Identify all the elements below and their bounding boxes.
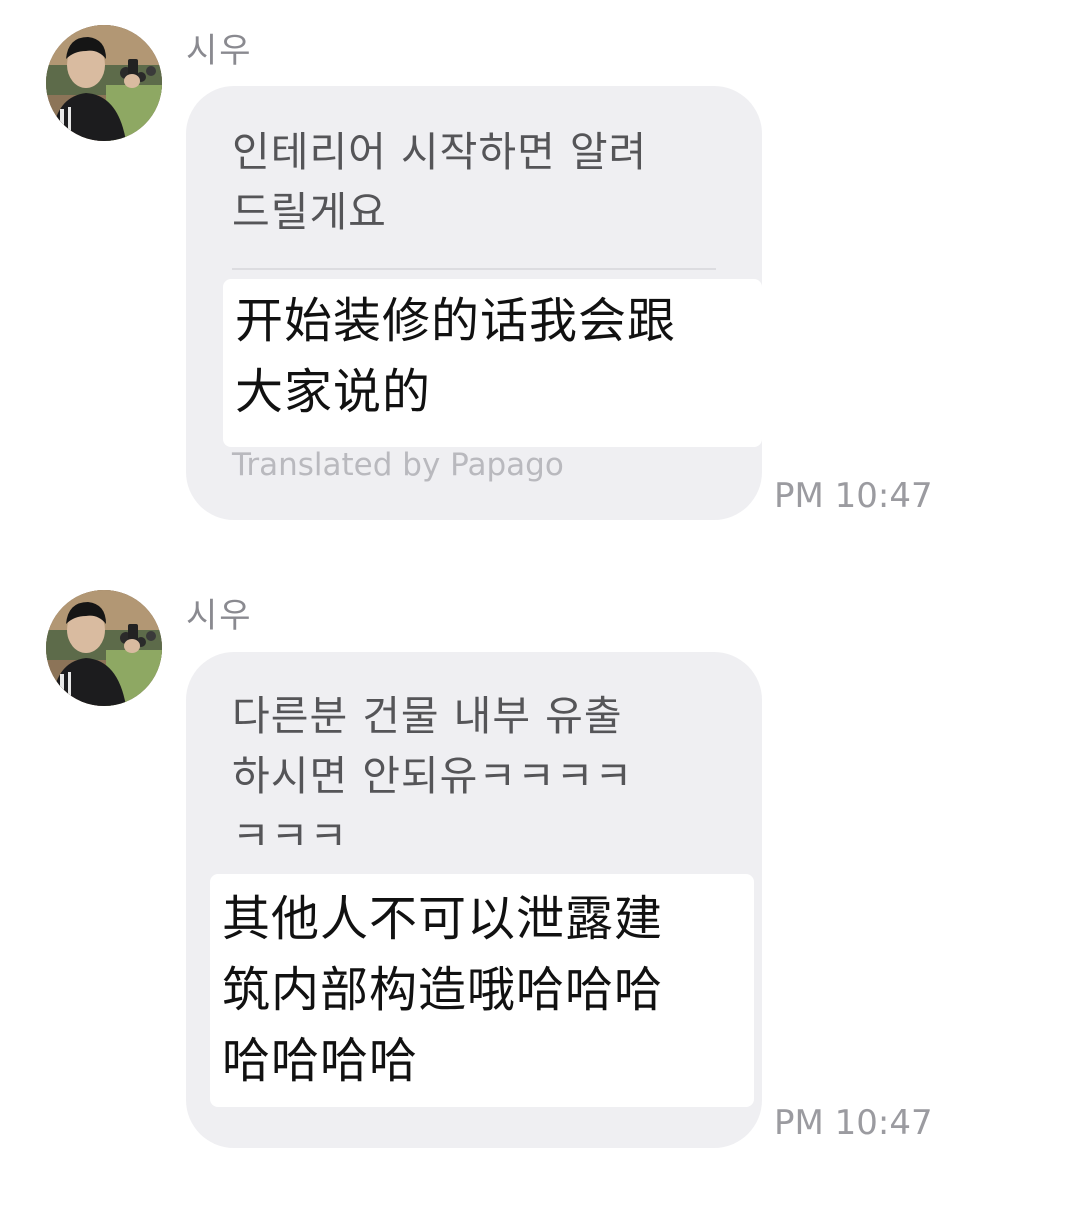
message-timestamp: PM 10:47 [774,1103,933,1143]
chat-message: 시우 다른분 건물 내부 유출 하시면 안되유ㅋㅋㅋㅋ ㅋㅋㅋ 其他人不可以泄露… [0,0,1070,1206]
message-bubble[interactable]: 다른분 건물 내부 유출 하시면 안되유ㅋㅋㅋㅋ ㅋㅋㅋ 其他人不可以泄露建 筑… [186,652,762,1148]
sender-name: 시우 [186,596,253,636]
translated-message-text: 其他人不可以泄露建 筑内部构造哦哈哈哈 哈哈哈哈 [210,874,754,1107]
sender-avatar[interactable] [46,590,162,706]
original-message-text: 다른분 건물 내부 유출 하시면 안되유ㅋㅋㅋㅋ ㅋㅋㅋ [232,692,634,860]
